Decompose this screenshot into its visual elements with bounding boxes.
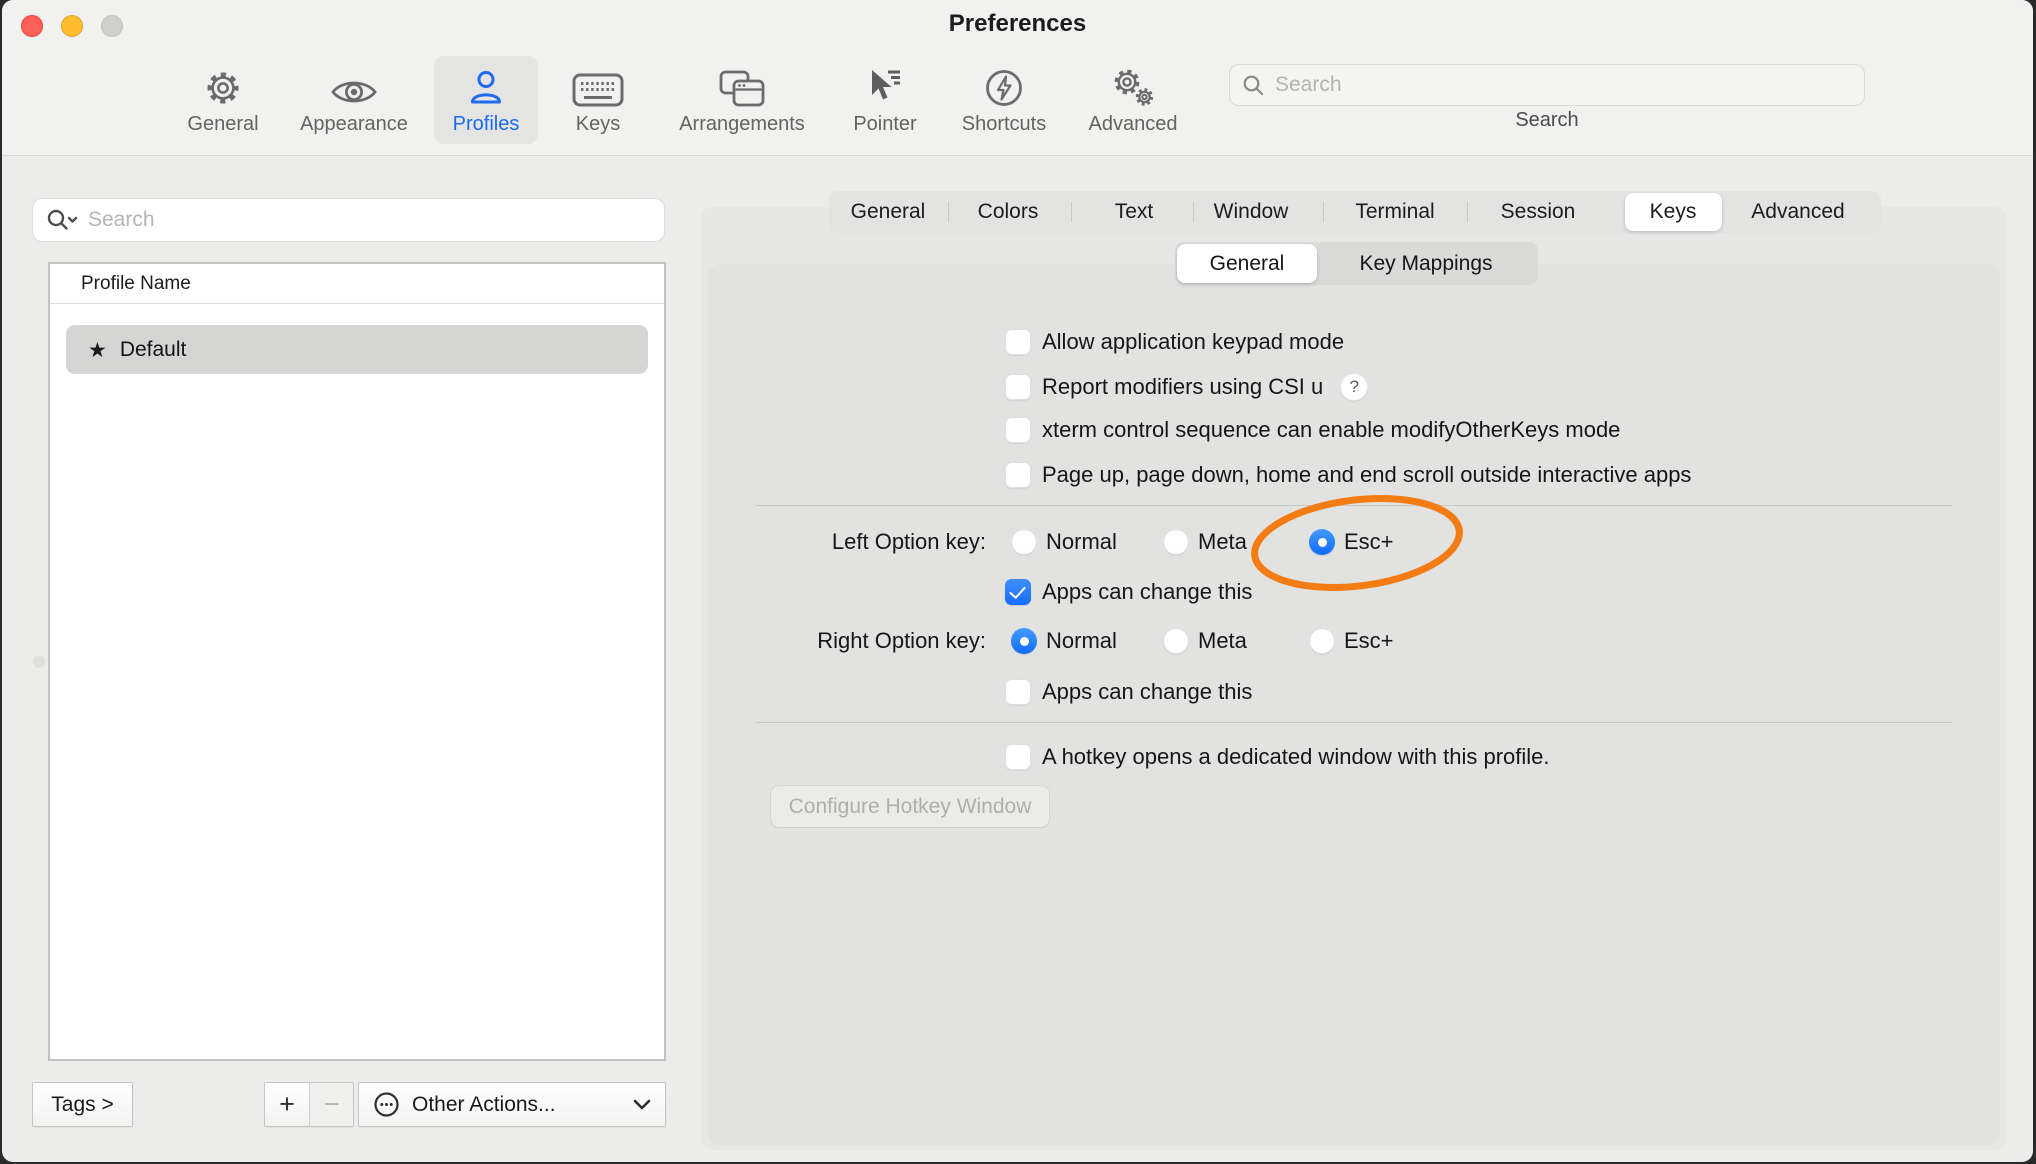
right-option-meta[interactable]: Meta [1163, 628, 1247, 654]
right-option-esc[interactable]: Esc+ [1309, 628, 1394, 654]
allow-keypad-mode-checkbox[interactable] [1005, 329, 1031, 355]
page-scroll-outside-apps-checkbox[interactable] [1005, 462, 1031, 488]
checkbox-row-page-scroll: Page up, page down, home and end scroll … [1005, 462, 1691, 488]
xterm-modify-other-keys-checkbox[interactable] [1005, 417, 1031, 443]
preferences-window: Preferences General Appearance [2, 0, 2033, 1162]
profile-list: Profile Name ★ Default [48, 262, 666, 1061]
right-apps-can-change-row: Apps can change this [1005, 679, 1252, 705]
tab-divider [1467, 202, 1468, 222]
search-icon [1242, 74, 1265, 97]
report-modifiers-csi-u-checkbox[interactable] [1005, 374, 1031, 400]
chevron-down-icon [633, 1099, 651, 1110]
profile-row-default[interactable]: ★ Default [66, 325, 648, 374]
toolbar-search-input[interactable] [1275, 73, 1852, 97]
toolbar-search-caption: Search [1229, 109, 1865, 132]
checkbox-row-keypad-mode: Allow application keypad mode [1005, 329, 1344, 355]
right-option-meta-radio[interactable] [1163, 628, 1189, 654]
other-actions-label: Other Actions... [412, 1093, 633, 1117]
tags-button[interactable]: Tags > [32, 1082, 133, 1127]
tab-keys[interactable]: Keys [1650, 191, 1697, 233]
toolbar-item-arrangements[interactable]: Arrangements [662, 58, 822, 136]
right-option-esc-radio[interactable] [1309, 628, 1335, 654]
left-option-normal[interactable]: Normal [1011, 529, 1117, 555]
left-apps-can-change-row: Apps can change this [1005, 579, 1252, 605]
right-option-normal-radio[interactable] [1011, 628, 1037, 654]
right-option-normal[interactable]: Normal [1011, 628, 1117, 654]
remove-profile-button[interactable]: − [309, 1083, 353, 1126]
other-actions-popup[interactable]: Other Actions... [358, 1082, 666, 1127]
keyboard-icon [518, 58, 678, 110]
subtab-key-mappings[interactable]: Key Mappings [1359, 242, 1492, 285]
tab-window[interactable]: Window [1214, 191, 1289, 233]
separator [756, 722, 1952, 723]
left-option-meta-radio[interactable] [1163, 529, 1189, 555]
titlebar-toolbar: Preferences General Appearance [2, 0, 2033, 156]
left-apps-can-change-checkbox[interactable] [1005, 579, 1031, 605]
right-option-key-label: Right Option key: [708, 628, 986, 654]
tab-divider [1323, 202, 1324, 222]
tab-session[interactable]: Session [1501, 191, 1576, 233]
ellipsis-circle-icon [373, 1091, 400, 1118]
add-remove-profile-group: + − [264, 1082, 354, 1127]
tab-divider [948, 202, 949, 222]
gears-icon [1053, 58, 1213, 110]
tab-text[interactable]: Text [1115, 191, 1154, 233]
right-option-key-row: Right Option key: Normal Meta Esc+ [708, 628, 2000, 654]
tab-general[interactable]: General [851, 191, 926, 233]
hotkey-window-checkbox[interactable] [1005, 744, 1031, 770]
keys-general-pane: Allow application keypad mode Report mod… [708, 264, 2000, 1145]
star-icon: ★ [88, 338, 107, 362]
profile-name: Default [120, 338, 187, 362]
left-option-meta[interactable]: Meta [1163, 529, 1247, 555]
left-option-esc[interactable]: Esc+ [1309, 529, 1394, 555]
profile-search-field[interactable] [32, 198, 665, 242]
separator [756, 505, 1952, 506]
profile-search-input[interactable] [88, 208, 651, 232]
window-title: Preferences [2, 10, 2033, 38]
left-option-normal-radio[interactable] [1011, 529, 1037, 555]
windows-icon [662, 58, 822, 110]
tab-terminal[interactable]: Terminal [1355, 191, 1434, 233]
right-apps-can-change-checkbox[interactable] [1005, 679, 1031, 705]
configure-hotkey-window-button[interactable]: Configure Hotkey Window [771, 786, 1049, 827]
checkbox-row-csi-u: Report modifiers using CSI u ? [1005, 373, 1368, 401]
left-option-esc-radio[interactable] [1309, 529, 1335, 555]
toolbar-item-keys[interactable]: Keys [518, 58, 678, 136]
tab-divider [1071, 202, 1072, 222]
keys-subtab-bar: General Key Mappings [1175, 242, 1538, 285]
subtab-general[interactable]: General [1210, 242, 1285, 285]
tab-advanced[interactable]: Advanced [1751, 191, 1844, 233]
search-scope-icon [46, 208, 78, 232]
tab-divider [1193, 202, 1194, 222]
hotkey-window-row: A hotkey opens a dedicated window with t… [1005, 744, 1550, 770]
toolbar-search-field[interactable] [1229, 64, 1865, 106]
add-profile-button[interactable]: + [265, 1083, 309, 1126]
checkbox-row-modify-other-keys: xterm control sequence can enable modify… [1005, 417, 1620, 443]
left-option-key-label: Left Option key: [708, 529, 986, 555]
profile-list-header: Profile Name [50, 264, 664, 304]
pane-splitter-dot[interactable] [33, 656, 45, 668]
left-option-key-row: Left Option key: Normal Meta Esc+ [708, 529, 2000, 555]
help-button[interactable]: ? [1340, 373, 1368, 401]
tab-colors[interactable]: Colors [978, 191, 1039, 233]
profile-tab-bar: General Colors Text Window Terminal Sess… [829, 191, 1881, 233]
toolbar-item-advanced[interactable]: Advanced [1053, 58, 1213, 136]
